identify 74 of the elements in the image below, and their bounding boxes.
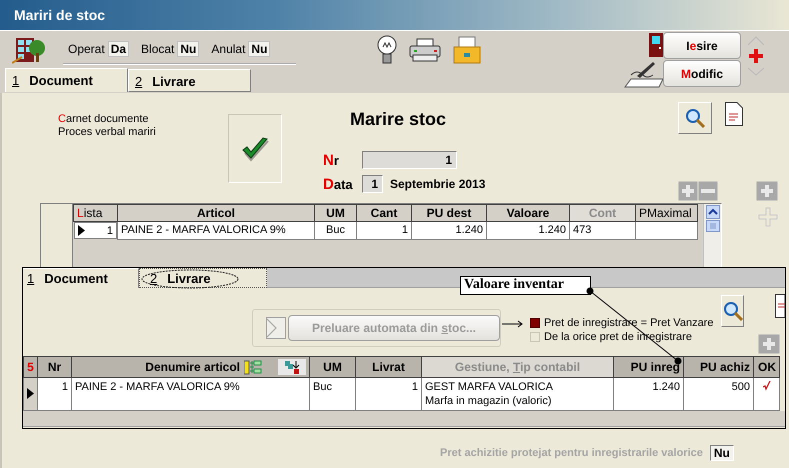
callout-label: Valoare inventar <box>460 276 591 295</box>
add-icon[interactable] <box>749 49 763 63</box>
window-title: Mariri de stoc <box>13 6 106 23</box>
action-button[interactable]: Iesire <box>663 32 741 59</box>
door-icon[interactable] <box>649 33 663 57</box>
table-cell: PAINE 2 - MARFA VALORICA 9% <box>118 222 314 239</box>
day-field[interactable]: 1 <box>362 175 383 193</box>
status-value: Da <box>108 40 130 56</box>
column-header[interactable]: Livrat <box>356 356 422 378</box>
status-label: Blocat <box>141 42 174 56</box>
column-header[interactable]: UM <box>314 204 356 222</box>
arrow-icon <box>502 320 524 328</box>
tree-icon[interactable] <box>244 359 262 375</box>
table-cell: 1 <box>356 222 412 239</box>
column-header[interactable]: Lista <box>74 204 118 222</box>
table-cell-text: GEST MARFA VALORICA <box>425 380 554 394</box>
column-header[interactable]: UM <box>310 356 356 378</box>
table-cell: Buc <box>314 222 356 239</box>
table-cell: 1 <box>356 378 422 410</box>
status-label: Anulat <box>211 42 246 56</box>
document-icon[interactable] <box>725 102 743 126</box>
protected-price-label: Pret achizitie protejat pentru inregistrarile valorice <box>440 447 703 459</box>
status-label: Operat <box>68 42 105 56</box>
document-title: Marire stoc <box>350 109 446 131</box>
search-button[interactable] <box>721 295 744 327</box>
search-icon <box>685 108 705 128</box>
tab[interactable]: 1 Document <box>23 268 139 288</box>
column-header[interactable]: PMaximal <box>636 204 698 222</box>
status-value: Nu <box>177 40 200 56</box>
column-header[interactable]: PU achiz <box>684 356 754 378</box>
column-header[interactable]: Denumire articol <box>72 356 310 378</box>
card-box-icon[interactable] <box>452 34 482 64</box>
column-header[interactable]: Articol <box>118 204 314 222</box>
scroll-thumb-icon[interactable] <box>706 220 720 232</box>
section-label: Carnet documente <box>58 113 149 126</box>
table-cell: 1.240 <box>614 378 684 410</box>
column-header[interactable]: Valoare <box>486 204 570 222</box>
document-icon[interactable] <box>775 294 785 318</box>
pen-and-paper-icon[interactable] <box>623 59 663 89</box>
column-header[interactable]: PU dest <box>412 204 486 222</box>
add-icon <box>758 207 778 227</box>
table-cell: 1.240 <box>412 222 486 239</box>
sort-icon[interactable] <box>278 359 306 375</box>
table-cell: 1.240 <box>486 222 570 239</box>
table-cell: PAINE 2 - MARFA VALORICA 9% <box>72 378 310 410</box>
action-button[interactable]: Modific <box>663 60 741 87</box>
search-icon <box>722 301 743 321</box>
nr-label: Nr <box>323 152 340 168</box>
light-bulb-icon[interactable] <box>376 34 398 64</box>
column-header[interactable]: Cant <box>356 204 412 222</box>
table-cell: 473 <box>570 222 636 239</box>
header-text: Denumire articol <box>145 360 240 374</box>
row-count: 5 <box>24 356 38 378</box>
table-cell: Buc <box>310 378 356 410</box>
tab[interactable]: 1 Document <box>5 68 128 92</box>
printer-icon[interactable] <box>409 38 442 62</box>
tab[interactable]: 2 Livrare <box>139 268 267 288</box>
nr-field[interactable]: 1 <box>362 151 457 169</box>
month-year-text: Septembrie 2013 <box>390 177 486 191</box>
table-cell-text: Marfa in magazin (valoric) <box>425 394 553 408</box>
date-label: Data <box>323 176 354 192</box>
table-cell: 500 <box>684 378 754 410</box>
scroll-up-icon[interactable] <box>706 205 720 219</box>
search-button[interactable] <box>678 102 712 134</box>
tab[interactable]: 2 Livrare <box>128 69 251 92</box>
table-cell: 1 <box>38 378 72 410</box>
column-header[interactable]: Nr <box>38 356 72 378</box>
protected-price-value: Nu <box>710 445 734 461</box>
status-value: Nu <box>248 40 270 56</box>
table-cell: 1 <box>106 224 113 236</box>
envelope-icon <box>266 317 286 339</box>
column-header[interactable]: PU inreg <box>614 356 684 378</box>
column-header[interactable]: OK <box>754 356 780 378</box>
document-type-text: Proces verbal mariri <box>58 126 156 139</box>
